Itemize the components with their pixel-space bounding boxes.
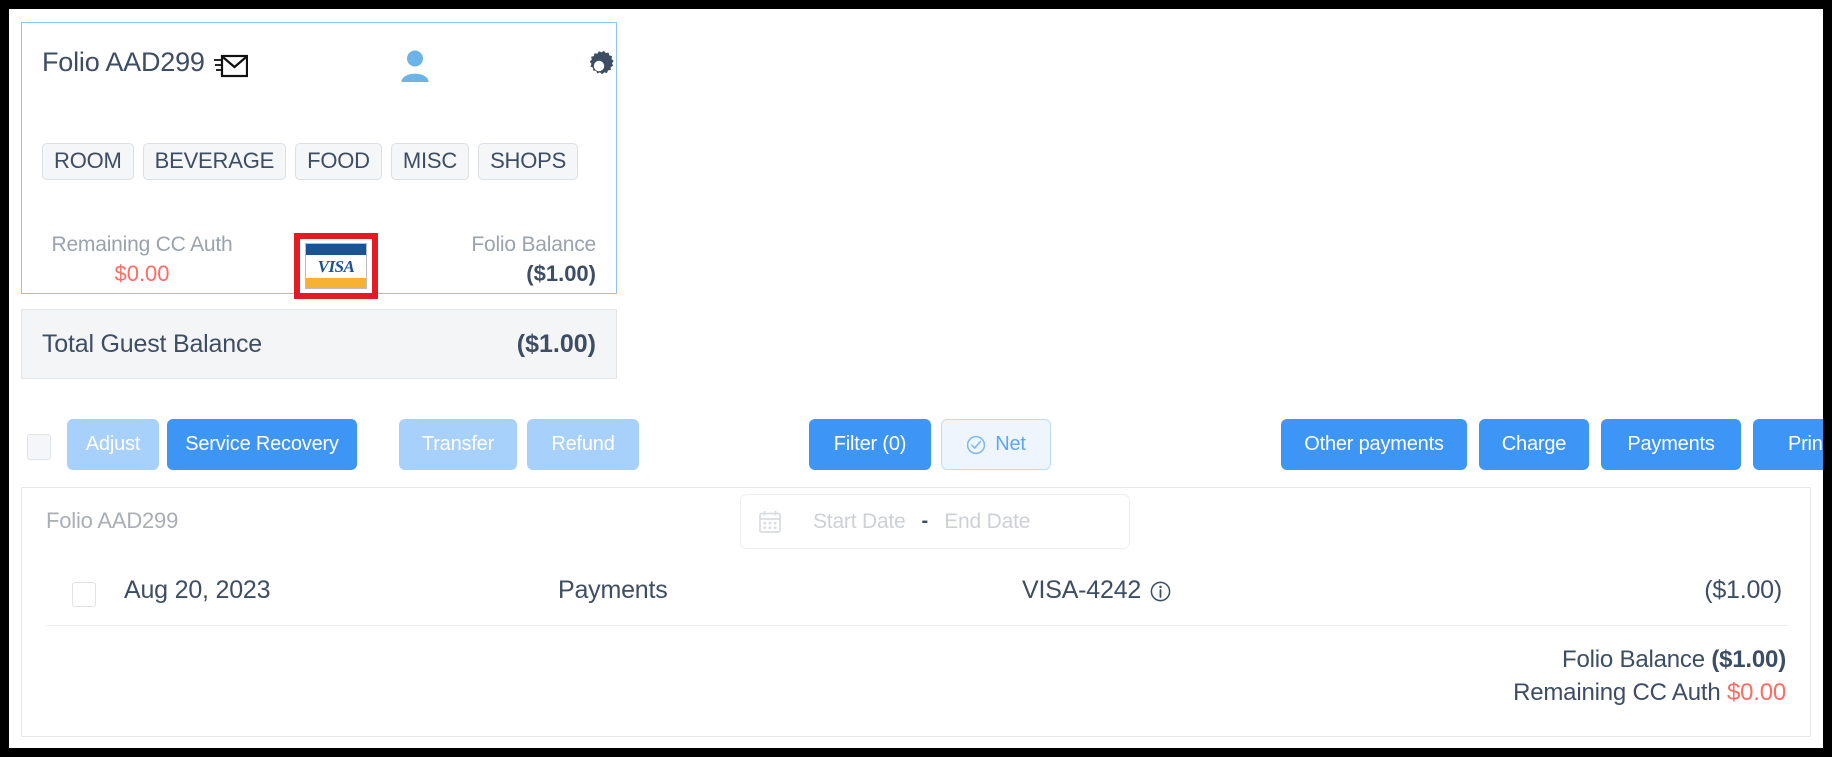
cell-type: Payments [558, 576, 668, 604]
cell-date: Aug 20, 2023 [124, 576, 271, 604]
panel-folio-balance-line: Folio Balance ($1.00) [1513, 643, 1786, 676]
refund-button[interactable]: Refund [527, 419, 639, 470]
print-button[interactable]: Print [1753, 419, 1823, 470]
filter-button[interactable]: Filter (0) [809, 419, 931, 470]
service-recovery-button[interactable]: Service Recovery [167, 419, 357, 470]
panel-remaining-cc-auth-label: Remaining CC Auth [1513, 679, 1721, 707]
charge-category-chips: ROOM BEVERAGE FOOD MISC SHOPS [42, 143, 579, 180]
start-date-input[interactable]: Start Date [813, 510, 906, 534]
cell-payment-method: VISA-4242 [1022, 576, 1171, 605]
net-toggle-button[interactable]: Net [941, 419, 1051, 470]
charge-button[interactable]: Charge [1479, 419, 1589, 470]
info-icon[interactable] [1150, 580, 1171, 602]
total-guest-balance-bar: Total Guest Balance ($1.00) [21, 309, 617, 379]
panel-folio-label: Folio AAD299 [46, 508, 179, 533]
visa-card-icon[interactable]: VISA [305, 243, 367, 289]
page-root: Folio AAD299 ROOM BEVERAGE FOOD MISC SHO… [9, 9, 1823, 748]
transactions-panel: Folio AAD299 Start Date - End Date Aug 2… [21, 487, 1811, 737]
row-select-checkbox[interactable] [72, 582, 96, 607]
folio-action-toolbar: Adjust Service Recovery Transfer Refund … [9, 417, 1823, 479]
chip-room[interactable]: ROOM [42, 143, 134, 180]
panel-remaining-cc-auth-value: $0.00 [1726, 679, 1786, 707]
transfer-button[interactable]: Transfer [399, 419, 517, 470]
panel-remaining-cc-auth-line: Remaining CC Auth $0.00 [1513, 676, 1786, 709]
calendar-icon [759, 510, 781, 533]
other-payments-button[interactable]: Other payments [1281, 419, 1467, 470]
page-title: Folio AAD299 [42, 47, 205, 77]
chip-beverage[interactable]: BEVERAGE [142, 143, 287, 180]
check-circle-icon [966, 435, 986, 455]
select-all-checkbox[interactable] [27, 434, 51, 460]
date-range-picker[interactable]: Start Date - End Date [740, 494, 1130, 549]
person-icon[interactable] [400, 49, 430, 83]
total-guest-balance-value: ($1.00) [516, 329, 596, 358]
panel-folio-balance-label: Folio Balance [1562, 646, 1705, 673]
visa-bottom-band [306, 278, 366, 288]
payment-method-text: VISA-4242 [1022, 576, 1142, 604]
remaining-cc-auth-value: $0.00 [114, 261, 170, 287]
folio-summary-card: Folio AAD299 ROOM BEVERAGE FOOD MISC SHO… [21, 22, 617, 299]
folio-balance-block: Folio Balance ($1.00) [366, 231, 596, 289]
chip-shops[interactable]: SHOPS [478, 143, 579, 180]
chip-food[interactable]: FOOD [295, 143, 382, 180]
payments-button[interactable]: Payments [1601, 419, 1741, 470]
net-button-label: Net [995, 433, 1026, 455]
folio-balance-label: Folio Balance [471, 233, 596, 256]
visa-wordmark: VISA [317, 257, 355, 276]
end-date-input[interactable]: End Date [944, 510, 1030, 534]
gear-icon[interactable] [582, 49, 616, 83]
chip-misc[interactable]: MISC [390, 143, 470, 180]
date-range-separator: - [921, 510, 929, 532]
envelope-icon[interactable] [214, 53, 249, 79]
folio-balance-value: ($1.00) [526, 261, 596, 287]
cell-amount: ($1.00) [1704, 576, 1782, 604]
screenshot-frame: Folio AAD299 ROOM BEVERAGE FOOD MISC SHO… [0, 0, 1832, 757]
table-row[interactable]: Aug 20, 2023 Payments VISA-4242 ($1.00) [46, 566, 1788, 626]
remaining-cc-auth-block: Remaining CC Auth $0.00 [44, 231, 240, 289]
total-guest-balance-label: Total Guest Balance [42, 329, 262, 358]
adjust-button[interactable]: Adjust [67, 419, 159, 470]
remaining-cc-auth-label: Remaining CC Auth [51, 233, 233, 256]
folio-card-header: Folio AAD299 [22, 23, 616, 105]
visa-top-band [306, 244, 366, 255]
payment-method-highlight: VISA [294, 233, 378, 299]
panel-totals: Folio Balance ($1.00) Remaining CC Auth … [1513, 643, 1786, 709]
panel-folio-balance-value: ($1.00) [1711, 646, 1786, 673]
